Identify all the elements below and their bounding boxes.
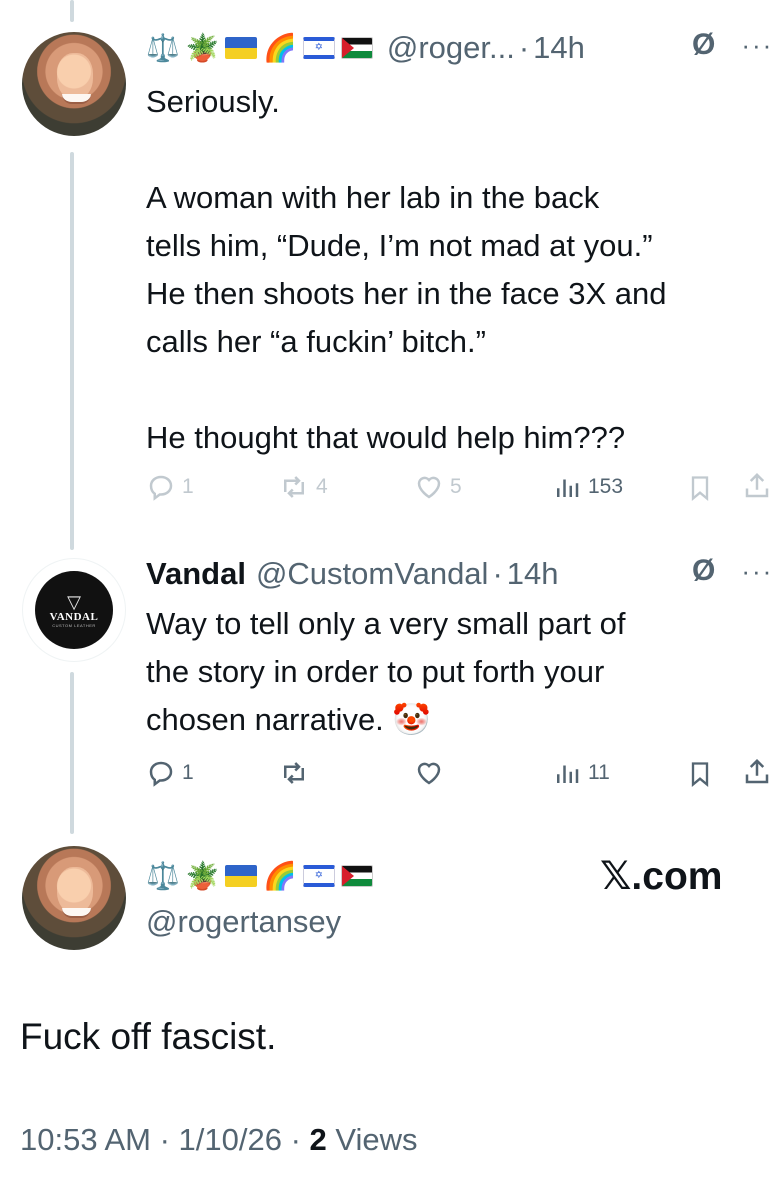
main-tweet-timestamp[interactable]: 10:53 AM · 1/10/26 ·: [20, 1122, 310, 1157]
reply-icon: [149, 761, 173, 787]
vandal-logo-text: VANDAL: [49, 610, 99, 623]
separator-dot: ·: [492, 556, 503, 591]
tweet1-line: [146, 126, 666, 174]
palestine-flag-icon: [340, 37, 373, 59]
tweet2-bookmark-button[interactable]: [686, 758, 714, 790]
scales-icon: ⚖️: [146, 861, 180, 891]
plant-icon: 🪴: [185, 861, 220, 891]
tweet1-line: [146, 366, 666, 414]
tweet2-time[interactable]: 14h: [507, 556, 559, 592]
tweet2-text: Way to tell only a very small part of th…: [146, 600, 626, 744]
share-icon: [745, 472, 769, 498]
repost-icon: [284, 476, 304, 498]
reply-icon: [149, 475, 173, 501]
tweet1-emoji-flags: ⚖️ 🪴 🌈 ✡: [146, 33, 373, 63]
avatar-roger-main[interactable]: [22, 846, 126, 950]
main-tweet-text: Fuck off fascist.: [20, 1016, 277, 1057]
scales-icon: ⚖️: [146, 33, 180, 63]
heart-icon: [417, 476, 441, 499]
tweet2-repost-button[interactable]: [278, 758, 310, 788]
rainbow-icon: 🌈: [263, 861, 297, 891]
more-icon[interactable]: ···: [741, 556, 773, 587]
main-tweet-views-label: Views: [326, 1122, 418, 1157]
tweet1-view-count: 153: [588, 475, 624, 498]
tweet1-line: tells him, “Dude, I’m not mad at you.”: [146, 228, 653, 263]
tweet2-handle[interactable]: @CustomVandal: [256, 556, 489, 592]
tweet1-reply-button[interactable]: 1: [146, 472, 194, 502]
tweet1-like-button[interactable]: 5: [414, 472, 462, 502]
heart-icon: [417, 762, 441, 785]
tweet2-reply-count: 1: [182, 761, 194, 784]
separator-dot: ·: [518, 30, 530, 65]
grok-icon[interactable]: Ø: [692, 554, 715, 588]
brand-watermark: 𝕏.com: [600, 855, 723, 898]
grok-icon[interactable]: Ø: [692, 28, 715, 62]
tweet1-handle[interactable]: @roger...: [387, 30, 515, 66]
palestine-flag-icon: [340, 865, 373, 887]
bookmark-icon: [691, 762, 709, 787]
thread-line-top: [70, 0, 74, 22]
israel-flag-icon: ✡: [302, 37, 335, 59]
views-icon: [557, 765, 579, 783]
vandal-v-icon: ▽: [67, 591, 81, 612]
tweet2-like-button[interactable]: [414, 758, 444, 788]
tweet1-repost-button[interactable]: 4: [278, 472, 328, 502]
tweet1-bookmark-button[interactable]: [686, 472, 714, 504]
tweet2-share-button[interactable]: [742, 756, 772, 788]
tweet2-line: chosen narrative. 🤡: [146, 702, 432, 737]
more-icon[interactable]: ···: [741, 30, 773, 61]
ukraine-flag-icon: [225, 865, 258, 887]
tweet1-line: A woman with her lab in the back: [146, 180, 600, 215]
tweet1-line: He then shoots her in the face 3X and: [146, 276, 667, 311]
tweet2-view-count: 11: [588, 761, 610, 784]
tweet2-corner-icons: Ø ···: [692, 554, 773, 588]
repost-icon: [284, 762, 304, 784]
plant-icon: 🪴: [185, 33, 220, 63]
main-tweet-handle[interactable]: @rogertansey: [146, 902, 341, 942]
tweet1-corner-icons: Ø ···: [692, 28, 773, 62]
tweet1-like-count: 5: [450, 475, 462, 498]
tweet1-repost-count: 4: [316, 475, 328, 498]
tweet2-display-name[interactable]: Vandal: [146, 556, 246, 592]
avatar-roger[interactable]: [22, 32, 126, 136]
tweet1-share-button[interactable]: [742, 470, 772, 502]
tweet1-header: ⚖️ 🪴 🌈 ✡ @roger... · 14h: [146, 26, 585, 70]
ukraine-flag-icon: [225, 37, 258, 59]
tweet2-line: Way to tell only a very small part of: [146, 606, 626, 641]
tweet1-views-button[interactable]: 153: [552, 472, 623, 502]
tweet1-line: calls her “a fuckin’ bitch.”: [146, 324, 486, 359]
vandal-logo: ▽ VANDAL CUSTOM LEATHER: [35, 571, 113, 649]
tweet2-reply-button[interactable]: 1: [146, 758, 194, 788]
tweet1-text: Seriously. A woman with her lab in the b…: [146, 78, 666, 462]
rainbow-icon: 🌈: [263, 33, 297, 63]
thread-line-2: [70, 672, 74, 834]
tweet1-time[interactable]: 14h: [533, 30, 585, 66]
avatar-vandal[interactable]: ▽ VANDAL CUSTOM LEATHER: [22, 558, 126, 662]
tweet1-line: He thought that would help him???: [146, 420, 626, 455]
main-tweet-view-count: 2: [309, 1122, 327, 1157]
tweet2-line: the story in order to put forth your: [146, 654, 605, 689]
main-tweet-emoji-flags: ⚖️ 🪴 🌈 ✡: [146, 854, 373, 898]
tweet2-views-button[interactable]: 11: [552, 758, 610, 788]
tweet1-reply-count: 1: [182, 475, 194, 498]
bookmark-icon: [691, 476, 709, 501]
tweet2-header: Vandal @CustomVandal · 14h: [146, 552, 559, 596]
tweet1-line: Seriously.: [146, 84, 280, 119]
thread-line-1: [70, 152, 74, 550]
main-tweet-meta: 10:53 AM · 1/10/26 · 2 Views: [20, 1122, 418, 1158]
share-icon: [745, 758, 769, 784]
israel-flag-icon: ✡: [302, 865, 335, 887]
views-icon: [557, 479, 579, 497]
vandal-logo-subtext: CUSTOM LEATHER: [52, 622, 96, 628]
